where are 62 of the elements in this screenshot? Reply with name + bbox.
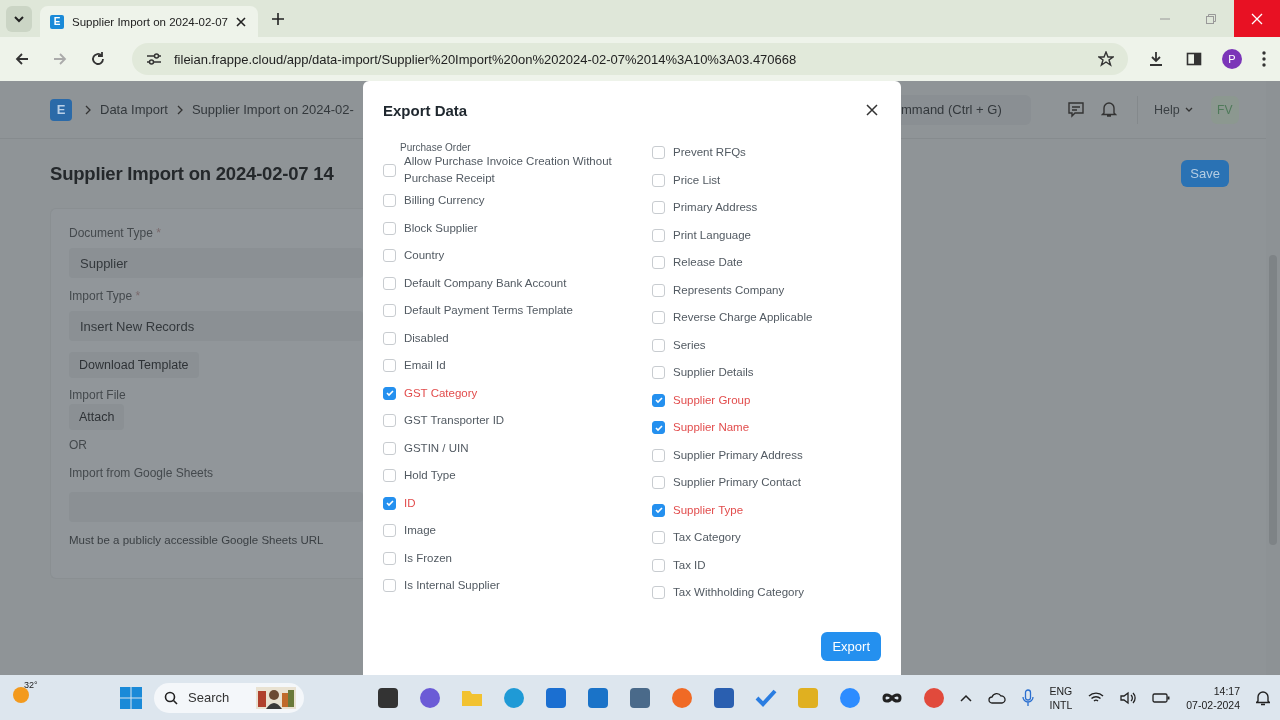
help-menu-button[interactable]: Help bbox=[1154, 102, 1193, 117]
field-option-label: Tax Category bbox=[673, 530, 741, 546]
field-option-label: GSTIN / UIN bbox=[404, 440, 469, 456]
field-option-label: Prevent RFQs bbox=[673, 145, 746, 161]
field-option-label: Print Language bbox=[673, 227, 751, 243]
field-option-label: Email Id bbox=[404, 358, 446, 374]
taskbar-search-field[interactable]: Search bbox=[154, 682, 304, 713]
page-title: Supplier Import on 2024-02-07 14 bbox=[49, 162, 335, 185]
field-option-label: Billing Currency bbox=[404, 193, 485, 209]
field-option-label: Supplier Primary Address bbox=[673, 447, 803, 463]
or-label: OR bbox=[69, 438, 88, 452]
weather-widget[interactable]: 32° bbox=[10, 682, 50, 713]
breadcrumb-link[interactable]: Supplier Import on 2024-02- bbox=[191, 102, 354, 117]
field-option-label: Supplier Details bbox=[673, 365, 754, 381]
profile-avatar[interactable]: P bbox=[1222, 49, 1242, 69]
field-option-label: Reverse Charge Applicable bbox=[673, 310, 813, 326]
field-option-label: Hold Type bbox=[404, 468, 456, 484]
field-option-label: Is Internal Supplier bbox=[404, 578, 500, 594]
field-label: Import Type * bbox=[69, 289, 142, 303]
field-label: Import File bbox=[69, 388, 127, 402]
field-option-label: Default Company Bank Account bbox=[404, 275, 567, 291]
field-option-label: Image bbox=[404, 523, 436, 539]
field-option-label: Allow Purchase Invoice Creation Without Purchase Receipt bbox=[404, 154, 613, 186]
download-template-button[interactable]: Download Template bbox=[69, 352, 199, 378]
field-option-label: Release Date bbox=[673, 255, 743, 271]
field-option-label: Primary Address bbox=[673, 200, 758, 216]
command-bar-field[interactable]: mmand (Ctrl + G) bbox=[901, 94, 1031, 125]
language-indicator[interactable]: ENG INTL bbox=[1049, 683, 1073, 712]
field-option-label: Supplier Type bbox=[673, 502, 744, 518]
field-option-label: Disabled bbox=[404, 330, 449, 346]
field-option-label: Country bbox=[404, 248, 445, 264]
import-type-field[interactable]: Insert New Records bbox=[69, 311, 363, 341]
dialog-title: Export Data bbox=[383, 101, 468, 119]
address-field[interactable]: fileian.frappe.cloud/app/data-import/Supplier%20Import%20on%202024-02-07%2014%3A10%3A03.470668 bbox=[132, 43, 1128, 75]
field-option-label: GST Transporter ID bbox=[404, 413, 505, 429]
browser-tab[interactable]: E Supplier Import on 2024-02-07 bbox=[40, 6, 258, 37]
field-option-label: Series bbox=[673, 337, 706, 353]
tab-title: Supplier Import on 2024-02-07 bbox=[72, 15, 228, 28]
breadcrumb-link[interactable]: Data Import bbox=[100, 102, 168, 117]
field-option-label: Represents Company bbox=[673, 282, 785, 298]
attach-button[interactable]: Attach bbox=[69, 404, 125, 430]
field-label: Document Type * bbox=[69, 226, 162, 240]
tab-favicon: E bbox=[50, 14, 64, 29]
field-option-label: Is Frozen bbox=[404, 550, 452, 566]
field-option-label: GST Category bbox=[404, 385, 478, 401]
field-label: Import from Google Sheets bbox=[69, 466, 215, 480]
field-option-label: Price List bbox=[673, 172, 721, 188]
field-option-label: Tax Withholding Category bbox=[673, 585, 805, 601]
export-button[interactable]: Export bbox=[821, 631, 881, 661]
field-option-label: Tax ID bbox=[673, 557, 706, 573]
app-logo[interactable]: E bbox=[50, 98, 72, 121]
field-option-label: Default Payment Terms Template bbox=[404, 303, 573, 319]
field-option-label: Supplier Primary Contact bbox=[673, 475, 801, 491]
field-option-label: Supplier Name bbox=[673, 420, 750, 436]
field-option-label: Block Supplier bbox=[404, 220, 478, 236]
document-type-field[interactable]: Supplier bbox=[69, 248, 363, 278]
help-text: Must be a publicly accessible Google Sheets URL bbox=[69, 534, 325, 546]
clock[interactable]: 14:17 07-02-2024 bbox=[1186, 683, 1240, 712]
field-option-label: Supplier Group bbox=[673, 392, 751, 408]
field-option-label: Purchase Order bbox=[400, 142, 471, 153]
save-button[interactable]: Save bbox=[1181, 160, 1229, 187]
field-option-label: ID bbox=[404, 495, 416, 511]
